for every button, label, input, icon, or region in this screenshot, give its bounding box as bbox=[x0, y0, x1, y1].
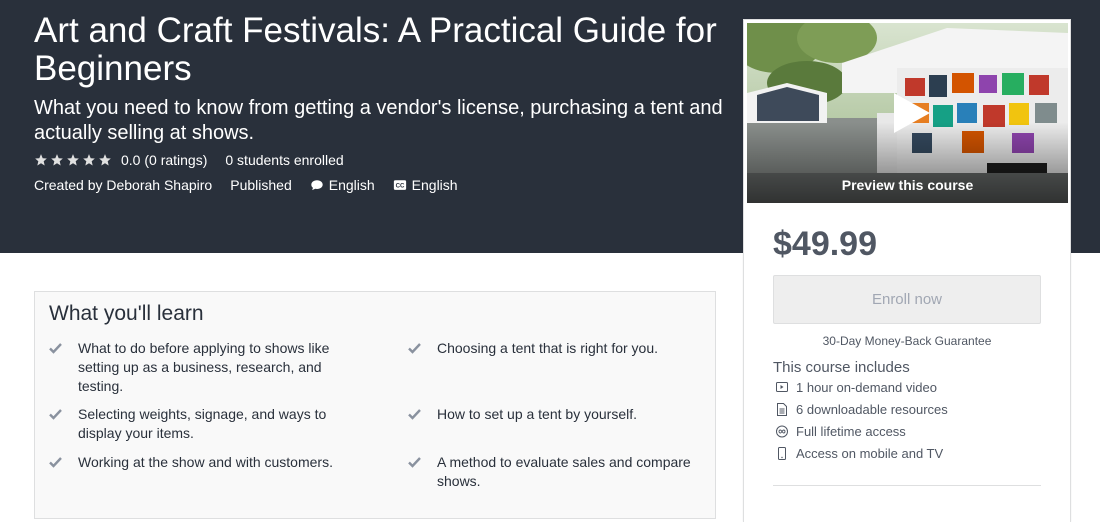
course-title: Art and Craft Festivals: A Practical Gui… bbox=[34, 11, 717, 88]
svg-text:CC: CC bbox=[395, 183, 404, 190]
language-label: English bbox=[328, 177, 375, 193]
preview-label[interactable]: Preview this course bbox=[747, 177, 1068, 193]
star-icon bbox=[35, 154, 47, 166]
learn-item-text: Choosing a tent that is right for you. bbox=[437, 340, 659, 356]
check-icon bbox=[408, 343, 421, 354]
captions-label: English bbox=[411, 177, 458, 193]
infinity-icon bbox=[776, 425, 788, 438]
learn-item: What to do before applying to shows like… bbox=[49, 339, 349, 396]
course-preview[interactable]: Preview this course bbox=[747, 23, 1068, 203]
course-meta: Created by Deborah Shapiro Published Eng… bbox=[34, 175, 476, 195]
course-captions: CC English bbox=[393, 177, 458, 193]
learn-item-text: What to do before applying to shows like… bbox=[78, 340, 330, 394]
check-icon bbox=[49, 343, 62, 354]
check-icon bbox=[49, 457, 62, 468]
publish-status: Published bbox=[230, 177, 292, 193]
purchase-sidebar: Preview this course $49.99 Enroll now 30… bbox=[743, 19, 1071, 522]
created-by: Created by Deborah Shapiro bbox=[34, 177, 213, 193]
include-item: 6 downloadable resources bbox=[776, 402, 948, 417]
include-item-text: 1 hour on-demand video bbox=[796, 380, 937, 395]
learn-item: How to set up a tent by yourself. bbox=[408, 405, 708, 424]
include-item-text: 6 downloadable resources bbox=[796, 402, 948, 417]
what-youll-learn: What you'll learn What to do before appl… bbox=[34, 291, 716, 519]
check-icon bbox=[49, 409, 62, 420]
course-price: $49.99 bbox=[773, 225, 877, 263]
star-icon bbox=[51, 154, 63, 166]
learn-item: Working at the show and with customers. bbox=[49, 453, 349, 472]
learn-item-text: A method to evaluate sales and compare s… bbox=[437, 454, 691, 489]
course-subtitle: What you need to know from getting a ven… bbox=[34, 97, 723, 144]
money-back-guarantee: 30-Day Money-Back Guarantee bbox=[822, 334, 992, 348]
mobile-icon bbox=[778, 447, 786, 460]
play-icon[interactable] bbox=[888, 91, 932, 135]
includes-title: This course includes bbox=[773, 359, 910, 376]
students-enrolled: 0 students enrolled bbox=[225, 152, 344, 168]
learn-item: Choosing a tent that is right for you. bbox=[408, 339, 708, 358]
include-item-text: Access on mobile and TV bbox=[796, 446, 944, 461]
rating-text: 0.0 (0 ratings) bbox=[121, 152, 208, 168]
closed-captions-icon: CC bbox=[393, 180, 406, 190]
learn-item-text: How to set up a tent by yourself. bbox=[437, 406, 637, 422]
check-icon bbox=[408, 409, 421, 420]
include-item: Full lifetime access bbox=[776, 424, 906, 439]
star-icon bbox=[99, 154, 111, 166]
learn-item: A method to evaluate sales and compare s… bbox=[408, 453, 708, 491]
learn-item-text: Selecting weights, signage, and ways to … bbox=[78, 406, 327, 441]
video-icon bbox=[776, 382, 788, 392]
learn-item-text: Working at the show and with customers. bbox=[78, 454, 333, 470]
divider bbox=[773, 485, 1041, 486]
learn-title: What you'll learn bbox=[49, 302, 204, 325]
learn-item: Selecting weights, signage, and ways to … bbox=[49, 405, 349, 443]
include-item: 1 hour on-demand video bbox=[776, 380, 937, 395]
enroll-button[interactable]: Enroll now bbox=[773, 275, 1041, 324]
speech-bubble-icon bbox=[311, 180, 323, 191]
star-icon bbox=[83, 154, 95, 166]
document-icon bbox=[777, 403, 787, 416]
include-item-text: Full lifetime access bbox=[796, 424, 906, 439]
rating-row: 0.0 (0 ratings) 0 students enrolled bbox=[34, 150, 344, 170]
include-item: Access on mobile and TV bbox=[776, 446, 943, 461]
rating-stars bbox=[34, 153, 112, 167]
check-icon bbox=[408, 457, 421, 468]
course-language: English bbox=[310, 177, 375, 193]
star-icon bbox=[67, 154, 79, 166]
